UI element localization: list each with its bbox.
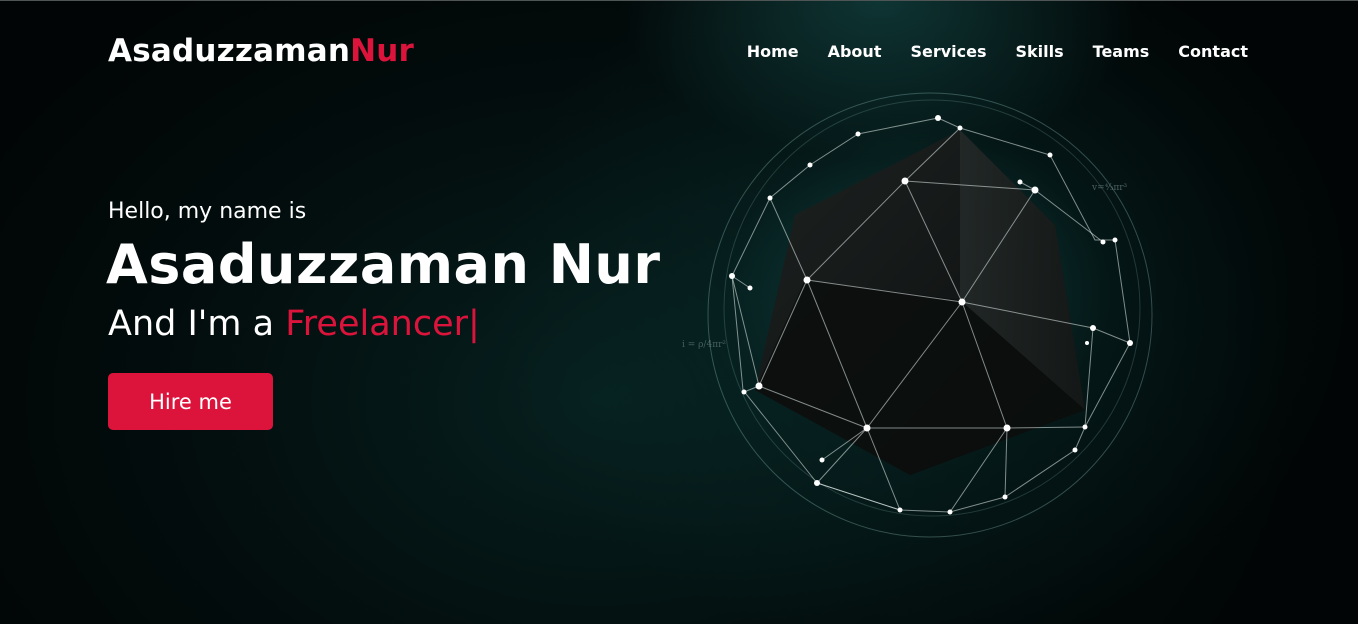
hero-role: And I'm a Freelancer|	[108, 304, 480, 344]
nav-about[interactable]: About	[828, 42, 882, 61]
brand-last: Nur	[350, 33, 415, 69]
nav-services[interactable]: Services	[910, 42, 986, 61]
role-typed-text: Freelancer	[285, 304, 469, 344]
polyhedron-illustration: v=⁴⁄₃πr³ i = ρ/4πr²	[682, 92, 1153, 538]
formula-right: v=⁴⁄₃πr³	[1091, 183, 1128, 193]
hero-section: AsaduzzamanNur Home About Services Skill…	[0, 0, 1358, 624]
top-border	[0, 0, 1358, 1]
typing-cursor: |	[468, 304, 480, 344]
brand-first: Asaduzzaman	[108, 33, 351, 69]
main-nav: Home About Services Skills Teams Contact	[747, 42, 1248, 61]
nav-teams[interactable]: Teams	[1093, 42, 1150, 61]
role-prefix: And I'm a	[108, 304, 286, 344]
nav-home[interactable]: Home	[747, 42, 799, 61]
hero-name: Asaduzzaman Nur	[106, 233, 661, 296]
hire-me-button[interactable]: Hire me	[108, 373, 273, 430]
formula-left: i = ρ/4πr²	[682, 340, 726, 350]
nav-contact[interactable]: Contact	[1178, 42, 1248, 61]
hero-greeting: Hello, my name is	[108, 199, 307, 224]
nav-skills[interactable]: Skills	[1016, 42, 1064, 61]
brand-logo[interactable]: AsaduzzamanNur	[108, 33, 414, 69]
